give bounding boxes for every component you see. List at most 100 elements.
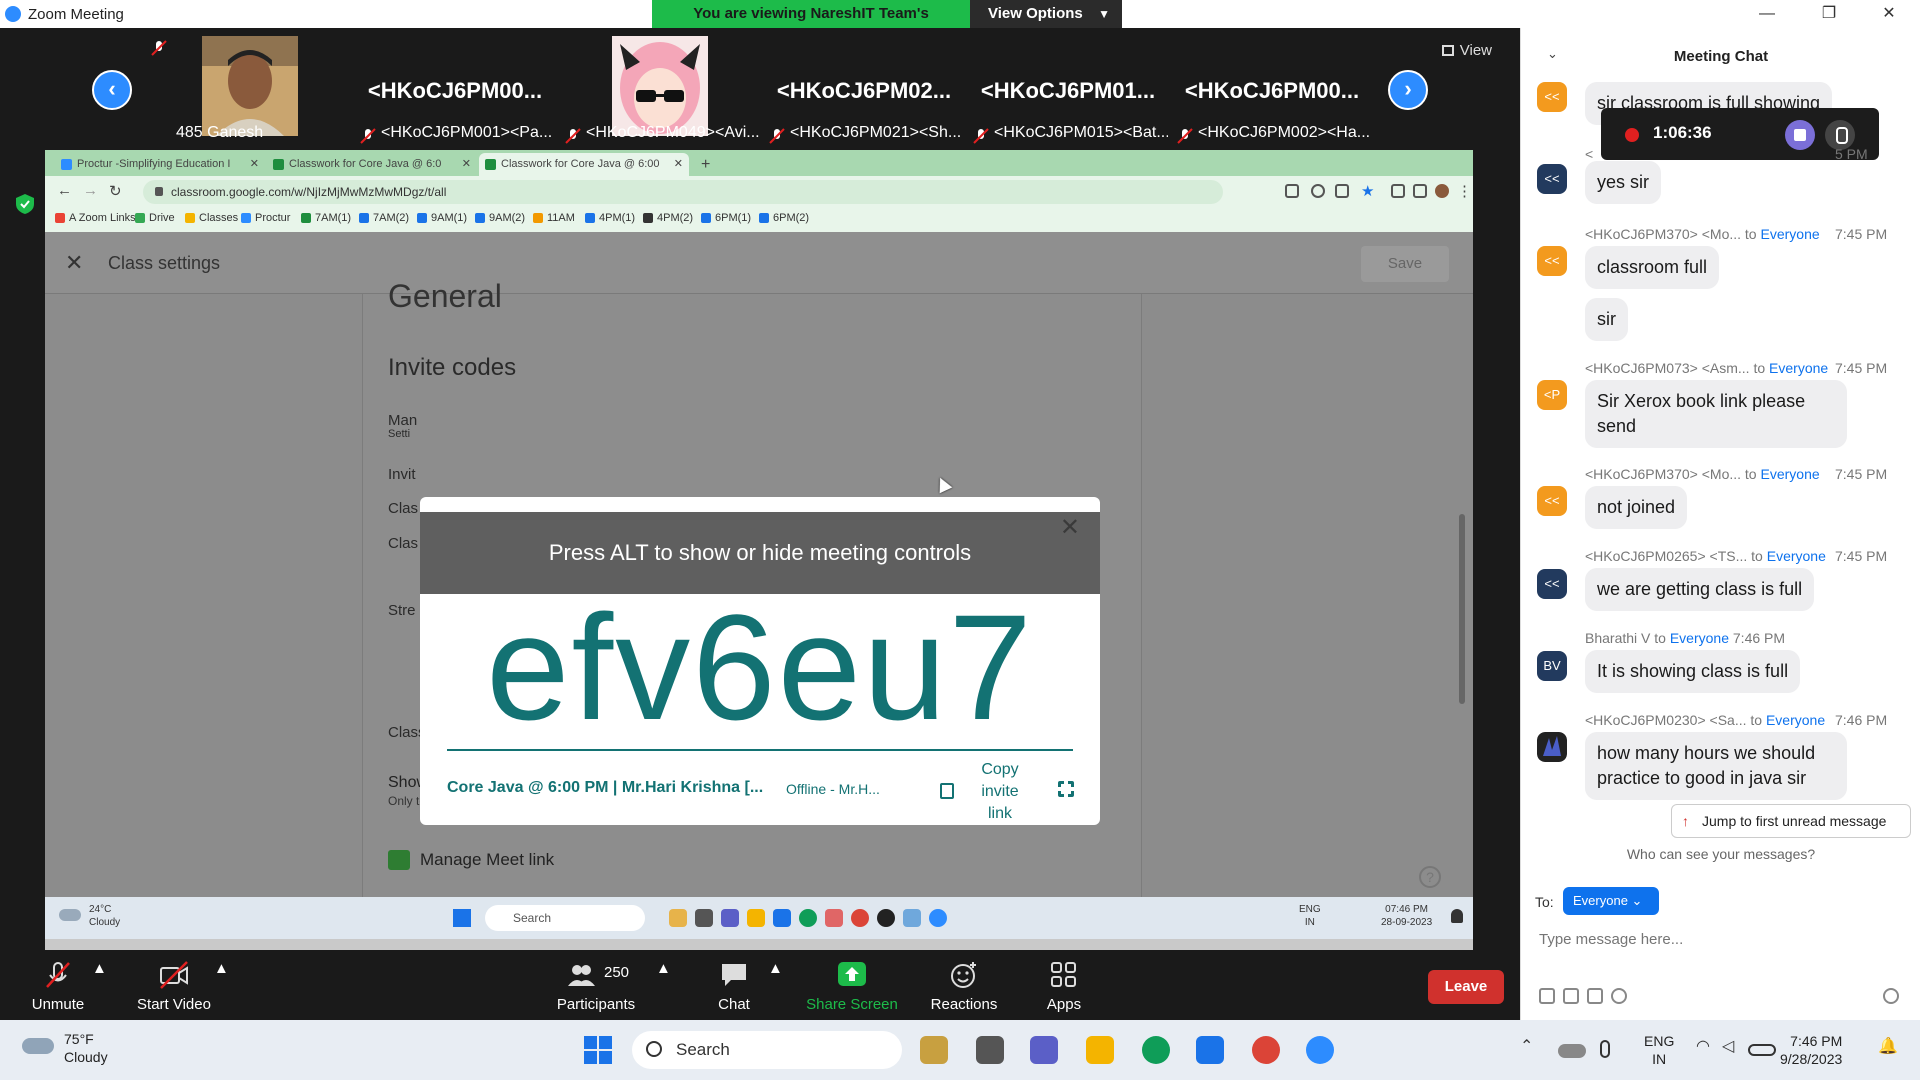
task-view-icon[interactable] xyxy=(976,1036,1004,1064)
forward-icon[interactable]: → xyxy=(83,182,98,199)
stop-recording-button[interactable] xyxy=(1785,120,1815,150)
gallery-next-button[interactable]: › xyxy=(1388,70,1428,110)
share-screen-button[interactable]: Share Screen xyxy=(806,960,898,1013)
view-button[interactable]: View xyxy=(1441,42,1492,59)
chat-message[interactable]: how many hours we should practice to goo… xyxy=(1585,732,1847,800)
chat-message[interactable]: we are getting class is full xyxy=(1585,568,1815,611)
fullscreen-icon[interactable] xyxy=(1057,780,1075,798)
reload-icon[interactable]: ↻ xyxy=(109,182,122,200)
taskbar-clock[interactable]: 7:46 PM 9/28/2023 xyxy=(1780,1032,1842,1068)
participant-tile[interactable]: <HKoCJ6PM02... <HKoCJ6PM021><Sh... xyxy=(764,36,964,150)
participants-button[interactable]: 250 Participants xyxy=(554,960,638,1013)
leave-button[interactable]: Leave xyxy=(1428,970,1504,1004)
gallery-prev-button[interactable]: ‹ xyxy=(92,70,132,110)
wifi-icon[interactable]: ◠ xyxy=(1696,1036,1724,1064)
minimize-button[interactable]: — xyxy=(1744,2,1790,26)
onedrive-icon[interactable] xyxy=(1558,1044,1586,1058)
bookmark-item[interactable]: Drive xyxy=(135,212,175,224)
share-icon[interactable] xyxy=(1335,184,1349,198)
copy-icon[interactable] xyxy=(940,783,954,799)
bookmark-item[interactable]: 7AM(2) xyxy=(359,212,409,224)
battery-icon[interactable] xyxy=(1748,1044,1776,1056)
address-bar[interactable]: classroom.google.com/w/NjIzMjMwMzMwMDgz/… xyxy=(143,180,1223,204)
send-icon[interactable] xyxy=(1883,988,1899,1004)
app-icon[interactable] xyxy=(1196,1036,1224,1064)
browser-tab[interactable]: Proctur -Simplifying Education I ✕ xyxy=(55,153,265,176)
zoom-icon[interactable] xyxy=(1311,184,1325,198)
file-explorer-icon[interactable] xyxy=(1086,1036,1114,1064)
chat-message[interactable]: Sir Xerox book link please send xyxy=(1585,380,1847,448)
back-icon[interactable]: ← xyxy=(57,182,72,199)
bookmark-item[interactable]: 7AM(1) xyxy=(301,212,351,224)
show-hidden-icons[interactable]: ⌃ xyxy=(1520,1036,1548,1064)
start-video-button[interactable]: Start Video xyxy=(134,960,214,1013)
bookmark-item[interactable]: 4PM(2) xyxy=(643,212,693,224)
chrome-icon[interactable] xyxy=(1252,1036,1280,1064)
participant-tile[interactable]: <HKoCJ6PM00... <HKoCJ6PM002><Ha... xyxy=(1172,36,1372,150)
bookmark-item[interactable]: 11AM xyxy=(533,212,575,224)
windows-start-icon[interactable] xyxy=(584,1036,612,1064)
close-settings-icon[interactable]: ✕ xyxy=(65,250,83,276)
chat-button[interactable]: Chat xyxy=(714,960,754,1013)
bookmark-star-icon[interactable]: ★ xyxy=(1361,182,1374,200)
close-tab-icon[interactable]: ✕ xyxy=(462,153,471,176)
maximize-button[interactable]: ❐ xyxy=(1806,2,1852,26)
browser-tab[interactable]: Classwork for Core Java @ 6:0 ✕ xyxy=(267,153,477,176)
chat-message[interactable]: It is showing class is full xyxy=(1585,650,1801,693)
weather-widget[interactable]: 75°F Cloudy xyxy=(64,1030,108,1066)
bookmark-item[interactable]: Proctur xyxy=(241,212,290,224)
close-tab-icon[interactable]: ✕ xyxy=(674,153,683,176)
who-can-see-link[interactable]: Who can see your messages? xyxy=(1521,846,1920,862)
bookmark-item[interactable]: 4PM(1) xyxy=(585,212,635,224)
message-input[interactable] xyxy=(1539,924,1899,954)
extensions-icon[interactable] xyxy=(1391,184,1405,198)
participant-tile[interactable]: <HKoCJ6PM01... <HKoCJ6PM015><Bat... xyxy=(968,36,1168,150)
chat-message[interactable]: classroom full xyxy=(1585,246,1720,289)
save-button[interactable]: Save xyxy=(1361,246,1449,282)
format-icon[interactable] xyxy=(1539,988,1555,1004)
bookmark-item[interactable]: 6PM(1) xyxy=(701,212,751,224)
bookmark-item[interactable]: 9AM(1) xyxy=(417,212,467,224)
chat-caret[interactable]: ▲ xyxy=(768,960,783,977)
bookmark-item[interactable]: 9AM(2) xyxy=(475,212,525,224)
recipient-dropdown[interactable]: Everyone ⌄ xyxy=(1563,887,1659,915)
participant-tile[interactable]: <HKoCJ6PM00... <HKoCJ6PM001><Pa... xyxy=(355,36,555,150)
menu-kebab-icon[interactable]: ⋮ xyxy=(1457,182,1472,200)
jump-to-unread-button[interactable]: ↑ Jump to first unread message xyxy=(1671,804,1911,838)
edge-icon[interactable] xyxy=(1142,1036,1170,1064)
apps-button[interactable]: Apps xyxy=(1044,960,1084,1013)
browser-tab-active[interactable]: Classwork for Core Java @ 6:00 ✕ xyxy=(479,153,689,176)
help-icon[interactable]: ? xyxy=(1419,866,1441,888)
zoom-app-icon[interactable] xyxy=(1306,1036,1334,1064)
reactions-button[interactable]: Reactions xyxy=(930,960,998,1013)
close-tab-icon[interactable]: ✕ xyxy=(250,153,259,176)
volume-icon[interactable]: ◁ xyxy=(1722,1036,1750,1064)
notification-bell-icon[interactable]: 🔔 xyxy=(1878,1036,1906,1064)
chat-message[interactable]: sir xyxy=(1585,298,1628,341)
view-options-button[interactable]: View Options ▼ xyxy=(970,0,1122,28)
taskbar-search-box[interactable]: Search xyxy=(632,1031,902,1069)
screenshot-icon[interactable] xyxy=(1563,988,1579,1004)
close-window-button[interactable]: ✕ xyxy=(1866,2,1912,26)
audio-options-caret[interactable]: ▲ xyxy=(92,960,107,977)
encryption-shield-icon[interactable] xyxy=(14,193,36,215)
teams-icon[interactable] xyxy=(1030,1036,1058,1064)
bookmark-item[interactable]: Classes xyxy=(185,212,238,224)
emoji-icon[interactable] xyxy=(1611,988,1627,1004)
video-options-caret[interactable]: ▲ xyxy=(214,960,229,977)
app-icon[interactable] xyxy=(920,1036,948,1064)
chat-message[interactable]: not joined xyxy=(1585,486,1688,529)
participants-caret[interactable]: ▲ xyxy=(656,960,671,977)
language-indicator[interactable]: ENG IN xyxy=(1644,1032,1674,1068)
microphone-icon[interactable] xyxy=(1600,1040,1610,1058)
unmute-button[interactable]: Unmute xyxy=(28,960,88,1013)
side-panel-icon[interactable] xyxy=(1413,184,1427,198)
participant-tile[interactable]: <HKoCJ6PM049><Avi... xyxy=(560,36,760,150)
install-icon[interactable] xyxy=(1285,184,1299,198)
chat-message[interactable]: yes sir xyxy=(1585,161,1662,204)
new-tab-button[interactable]: + xyxy=(693,153,719,176)
participant-tile[interactable]: 485 Ganesh xyxy=(150,36,350,150)
copy-invite-link-button[interactable]: Copy invite link xyxy=(970,759,1030,825)
bookmark-item[interactable]: A Zoom Links xyxy=(55,212,136,224)
page-scrollbar[interactable] xyxy=(1457,294,1467,894)
